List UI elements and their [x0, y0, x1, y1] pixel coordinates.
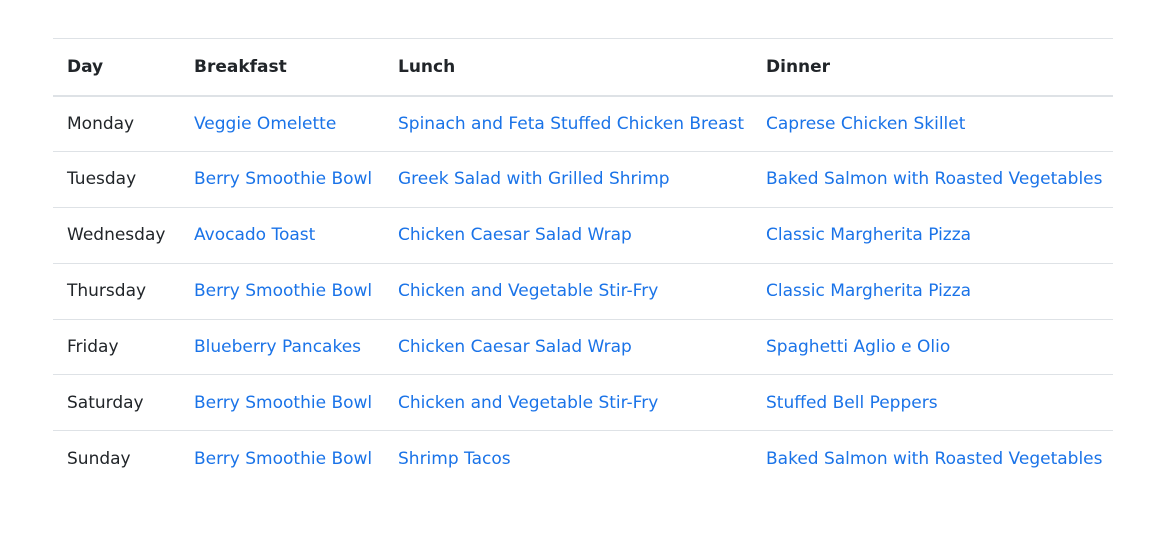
- dinner-link[interactable]: Caprese Chicken Skillet: [766, 114, 965, 134]
- table-body: Monday Veggie Omelette Spinach and Feta …: [53, 96, 1113, 487]
- header-row: Day Breakfast Lunch Dinner: [53, 38, 1113, 97]
- table-row: Friday Blueberry Pancakes Chicken Caesar…: [53, 319, 1113, 375]
- lunch-cell: Chicken and Vegetable Stir-Fry: [384, 263, 752, 319]
- lunch-cell: Shrimp Tacos: [384, 431, 752, 487]
- table-row: Sunday Berry Smoothie Bowl Shrimp Tacos …: [53, 431, 1113, 487]
- lunch-link[interactable]: Chicken and Vegetable Stir-Fry: [398, 393, 658, 413]
- breakfast-cell: Berry Smoothie Bowl: [180, 151, 384, 207]
- breakfast-link[interactable]: Berry Smoothie Bowl: [194, 281, 372, 301]
- day-cell: Monday: [67, 113, 135, 134]
- breakfast-cell: Veggie Omelette: [180, 96, 384, 152]
- dinner-link[interactable]: Stuffed Bell Peppers: [766, 393, 938, 413]
- table-row: Tuesday Berry Smoothie Bowl Greek Salad …: [53, 151, 1113, 208]
- day-cell: Friday: [67, 337, 119, 357]
- header-dinner: Dinner: [752, 38, 1113, 97]
- day-cell: Saturday: [67, 392, 144, 413]
- breakfast-cell: Berry Smoothie Bowl: [180, 375, 384, 431]
- dinner-cell: Baked Salmon with Roasted Vegetables: [752, 431, 1113, 487]
- table-row: Saturday Berry Smoothie Bowl Chicken and…: [53, 375, 1113, 431]
- header-breakfast: Breakfast: [180, 38, 384, 97]
- day-cell: Tuesday: [67, 169, 137, 190]
- day-cell: Sunday: [67, 449, 131, 470]
- breakfast-cell: Berry Smoothie Bowl: [180, 431, 384, 487]
- breakfast-link[interactable]: Berry Smoothie Bowl: [194, 169, 372, 189]
- meal-plan-table: Day Breakfast Lunch Dinner Monday Veggie…: [53, 38, 1113, 487]
- lunch-link[interactable]: Shrimp Tacos: [398, 449, 511, 469]
- table-header: Day Breakfast Lunch Dinner: [53, 38, 1113, 97]
- dinner-cell: Caprese Chicken Skillet: [752, 96, 1113, 152]
- lunch-cell: Chicken Caesar Salad Wrap: [384, 207, 752, 263]
- lunch-cell: Chicken Caesar Salad Wrap: [384, 319, 752, 375]
- header-lunch: Lunch: [384, 38, 752, 97]
- dinner-cell: Classic Margherita Pizza: [752, 263, 1113, 319]
- lunch-link[interactable]: Spinach and Feta Stuffed Chicken Breast: [398, 114, 744, 134]
- table-row: Wednesday Avocado Toast Chicken Caesar S…: [53, 207, 1113, 264]
- lunch-cell: Greek Salad with Grilled Shrimp: [384, 151, 752, 207]
- dinner-cell: Baked Salmon with Roasted Vegetables: [752, 151, 1113, 207]
- breakfast-link[interactable]: Avocado Toast: [194, 225, 315, 245]
- breakfast-cell: Blueberry Pancakes: [180, 319, 384, 375]
- lunch-link[interactable]: Greek Salad with Grilled Shrimp: [398, 169, 670, 189]
- lunch-link[interactable]: Chicken Caesar Salad Wrap: [398, 225, 632, 245]
- breakfast-link[interactable]: Berry Smoothie Bowl: [194, 449, 372, 469]
- dinner-cell: Spaghetti Aglio e Olio: [752, 319, 1113, 375]
- header-day: Day: [53, 38, 180, 97]
- lunch-link[interactable]: Chicken and Vegetable Stir-Fry: [398, 281, 658, 301]
- day-cell: Wednesday: [67, 225, 166, 246]
- dinner-link[interactable]: Baked Salmon with Roasted Vegetables: [766, 449, 1103, 469]
- breakfast-link[interactable]: Veggie Omelette: [194, 114, 336, 134]
- lunch-cell: Spinach and Feta Stuffed Chicken Breast: [384, 96, 752, 152]
- table-row: Thursday Berry Smoothie Bowl Chicken and…: [53, 263, 1113, 320]
- table-row: Monday Veggie Omelette Spinach and Feta …: [53, 96, 1113, 152]
- lunch-cell: Chicken and Vegetable Stir-Fry: [384, 375, 752, 431]
- dinner-cell: Classic Margherita Pizza: [752, 207, 1113, 263]
- dinner-link[interactable]: Spaghetti Aglio e Olio: [766, 337, 950, 357]
- day-cell: Thursday: [67, 281, 147, 302]
- lunch-link[interactable]: Chicken Caesar Salad Wrap: [398, 337, 632, 357]
- dinner-link[interactable]: Baked Salmon with Roasted Vegetables: [766, 169, 1103, 189]
- meal-plan-container: Day Breakfast Lunch Dinner Monday Veggie…: [53, 38, 1113, 487]
- breakfast-cell: Berry Smoothie Bowl: [180, 263, 384, 319]
- dinner-cell: Stuffed Bell Peppers: [752, 375, 1113, 431]
- breakfast-cell: Avocado Toast: [180, 207, 384, 263]
- dinner-link[interactable]: Classic Margherita Pizza: [766, 225, 971, 245]
- breakfast-link[interactable]: Berry Smoothie Bowl: [194, 393, 372, 413]
- breakfast-link[interactable]: Blueberry Pancakes: [194, 337, 361, 357]
- dinner-link[interactable]: Classic Margherita Pizza: [766, 281, 971, 301]
